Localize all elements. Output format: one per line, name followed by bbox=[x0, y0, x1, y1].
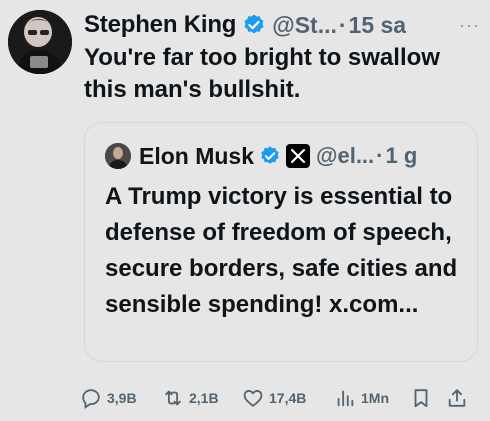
repost-count: 2,1B bbox=[189, 390, 219, 406]
x-logo-icon bbox=[286, 144, 311, 168]
reply-count: 3,9B bbox=[107, 390, 137, 406]
like-button[interactable]: 17,4B bbox=[242, 387, 334, 409]
separator: · bbox=[338, 11, 347, 38]
tweet-text: You're far too bright to swallow this ma… bbox=[84, 44, 440, 103]
quote-header: Elon Musk @el... · 1 g bbox=[105, 141, 463, 171]
repost-button[interactable]: 2,1B bbox=[162, 387, 242, 409]
reply-icon bbox=[82, 389, 100, 409]
quote-text: A Trump victory is essential to defense … bbox=[105, 183, 458, 318]
bookmark-button[interactable] bbox=[410, 387, 446, 409]
quote-author-name[interactable]: Elon Musk bbox=[139, 143, 254, 170]
author-handle[interactable]: @St... bbox=[272, 12, 337, 39]
views-count: 1Mn bbox=[361, 390, 389, 406]
views-button[interactable]: 1Mn bbox=[334, 387, 410, 409]
author-name[interactable]: Stephen King bbox=[84, 11, 236, 39]
repost-icon bbox=[165, 390, 181, 406]
share-icon bbox=[448, 389, 466, 407]
reply-button[interactable]: 3,9B bbox=[80, 387, 162, 409]
tweet-header: Stephen King @St... · 15 sa ··· bbox=[84, 8, 480, 42]
timestamp[interactable]: 15 sa bbox=[349, 12, 407, 39]
quote-timestamp[interactable]: 1 g bbox=[385, 143, 417, 169]
quote-author-avatar[interactable] bbox=[105, 143, 131, 169]
author-avatar[interactable] bbox=[8, 10, 72, 74]
verified-badge-icon bbox=[244, 14, 264, 34]
separator: · bbox=[376, 143, 384, 168]
bookmark-icon bbox=[414, 389, 428, 408]
quoted-tweet[interactable]: Elon Musk @el... · 1 g A Trump victory i… bbox=[84, 122, 478, 362]
action-bar: 3,9B 2,1B 17,4B 1Mn bbox=[80, 383, 480, 413]
like-icon bbox=[243, 390, 263, 407]
like-count: 17,4B bbox=[269, 390, 307, 406]
tweet[interactable]: Stephen King @St... · 15 sa ··· You're f… bbox=[0, 0, 490, 421]
verified-badge-icon bbox=[261, 146, 279, 164]
views-icon bbox=[337, 390, 354, 407]
share-button[interactable] bbox=[446, 387, 476, 409]
more-options-icon[interactable]: ··· bbox=[459, 15, 480, 36]
quote-author-handle[interactable]: @el... bbox=[316, 143, 374, 169]
